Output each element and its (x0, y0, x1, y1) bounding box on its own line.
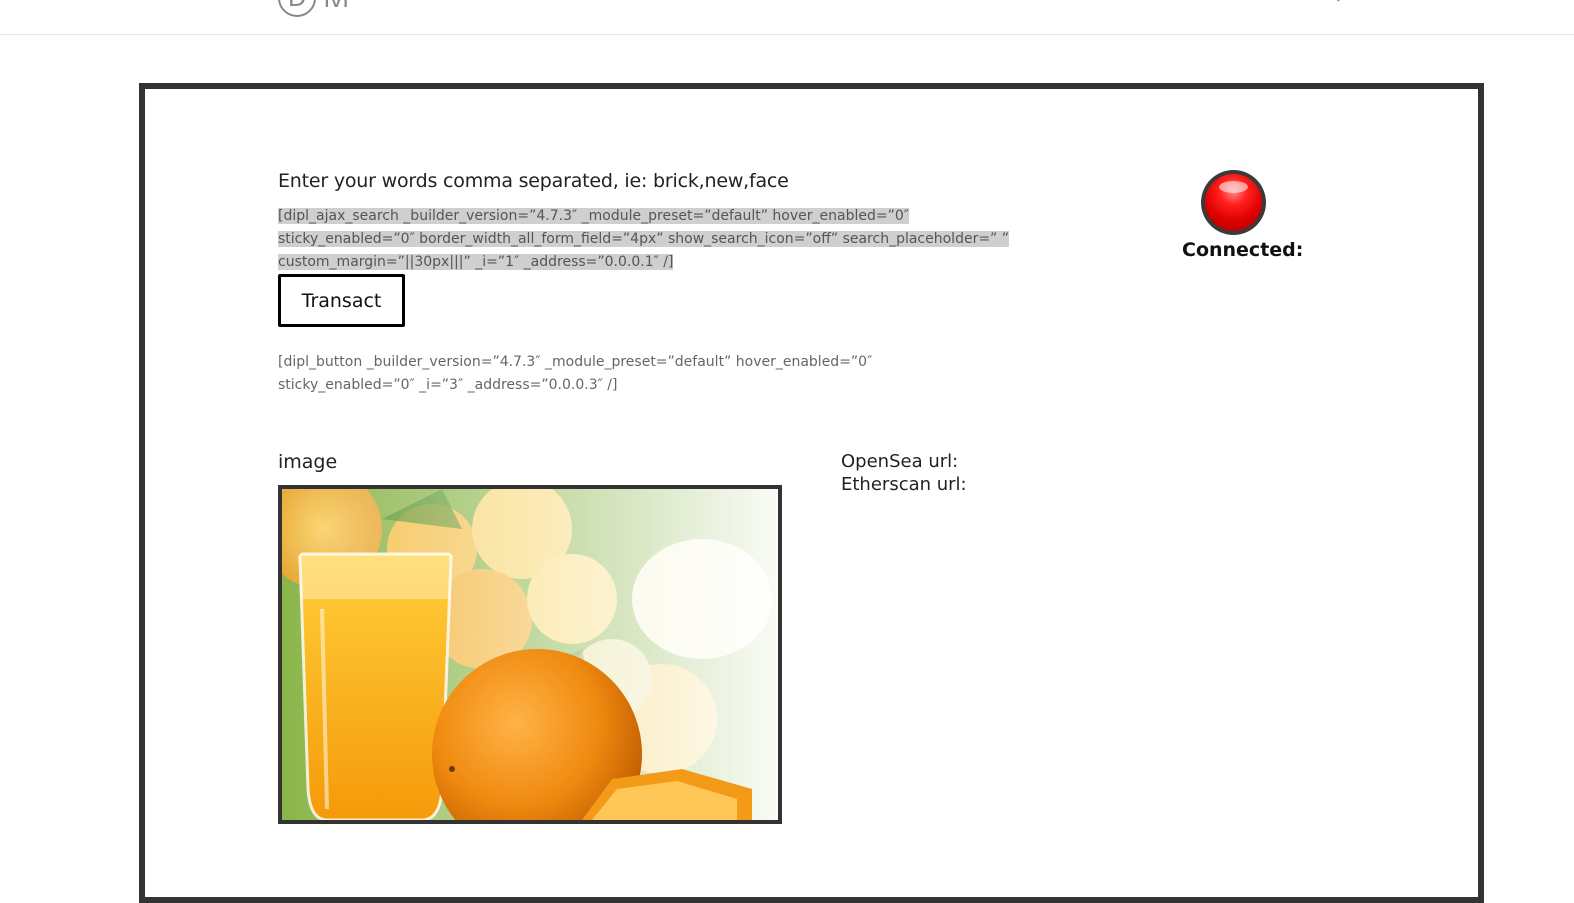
image-label: image (278, 451, 338, 473)
site-header: D ivi (0, 0, 1574, 35)
opensea-url-label: OpenSea url: (841, 451, 959, 472)
orange-juice-image (278, 485, 782, 824)
button-shortcode-text: [dipl_button _builder_version=”4.7.3″ _m… (278, 354, 873, 393)
logo-text: ivi (324, 0, 349, 14)
connection-status-label: Connected: (1182, 239, 1304, 261)
logo-icon: D (278, 0, 316, 17)
orange-juice-illustration (282, 489, 778, 820)
search-icon[interactable] (1328, 0, 1340, 2)
connection-status-icon (1201, 170, 1266, 235)
instruction-text: Enter your words comma separated, ie: br… (278, 170, 789, 192)
search-shortcode-text: [dipl_ajax_search _builder_version=”4.7.… (278, 205, 1048, 274)
site-logo[interactable]: D ivi (278, 0, 349, 18)
selected-shortcode: [dipl_ajax_search _builder_version=”4.7.… (278, 208, 1010, 270)
transact-button[interactable]: Transact (278, 274, 405, 327)
nft-links: OpenSea url: Etherscan url: (841, 450, 967, 496)
etherscan-url-label: Etherscan url: (841, 474, 967, 495)
status-light-bulb (1205, 174, 1262, 231)
